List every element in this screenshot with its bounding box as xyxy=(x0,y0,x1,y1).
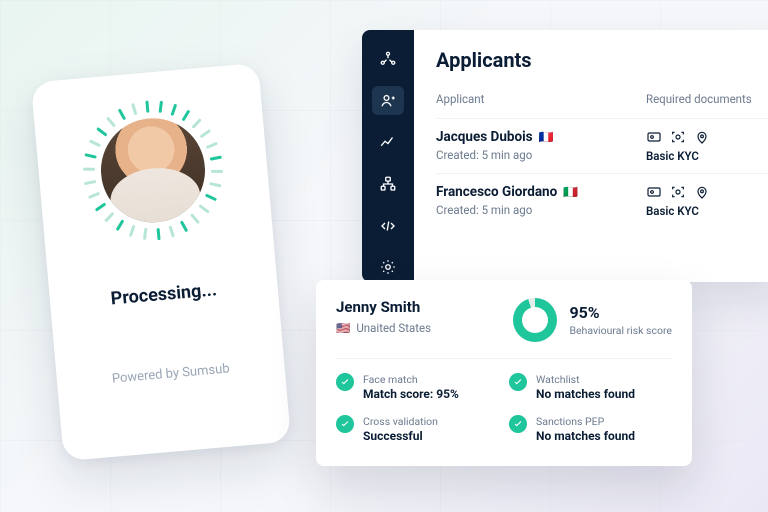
check-label: Cross validation xyxy=(363,415,438,428)
risk-donut xyxy=(513,298,557,342)
person-icon[interactable] xyxy=(372,86,404,116)
doc-label: Basic KYC xyxy=(646,149,768,163)
check-sanctions: Sanctions PEP No matches found xyxy=(509,415,672,443)
check-label: Face match xyxy=(363,373,459,386)
page-title: Applicants xyxy=(436,48,768,72)
applicant-name: Jacques Dubois xyxy=(436,129,533,145)
powered-by-label: Powered by Sumsub xyxy=(111,361,230,386)
location-icon xyxy=(694,184,710,200)
check-value: No matches found xyxy=(536,387,635,401)
check-value: Match score: 95% xyxy=(363,387,459,401)
location-icon xyxy=(694,129,710,145)
check-icon xyxy=(509,415,527,433)
processing-card: Processing... Powered by Sumsub xyxy=(31,63,291,461)
risk-percent-label: Behavioural risk score xyxy=(569,324,672,337)
applicants-main: Applicants Applicant Required documents … xyxy=(414,30,768,282)
tree-icon[interactable] xyxy=(372,169,404,199)
check-value: Successful xyxy=(363,429,438,443)
avatar-progress-ring xyxy=(77,95,229,247)
code-icon[interactable] xyxy=(372,211,404,241)
check-watchlist: Watchlist No matches found xyxy=(509,373,672,401)
face-scan-icon xyxy=(670,129,686,145)
check-value: No matches found xyxy=(536,429,635,443)
table-header: Applicant Required documents xyxy=(436,92,768,106)
face-scan-icon xyxy=(670,184,686,200)
flag-icon: 🇫🇷 xyxy=(539,130,554,144)
doc-icons xyxy=(646,184,768,200)
applicant-avatar xyxy=(97,114,210,227)
col-applicant: Applicant xyxy=(436,92,646,106)
table-row[interactable]: Jacques Dubois 🇫🇷 Created: 5 min ago Bas… xyxy=(436,118,768,173)
id-card-icon xyxy=(646,184,662,200)
id-card-icon xyxy=(646,129,662,145)
col-documents: Required documents xyxy=(646,92,768,106)
check-icon xyxy=(336,373,354,391)
trend-icon[interactable] xyxy=(372,127,404,157)
applicant-name: Francesco Giordano xyxy=(436,184,557,200)
applicants-panel: Applicants Applicant Required documents … xyxy=(362,30,768,282)
created-label: Created: 5 min ago xyxy=(436,148,646,162)
score-country: Unaited States xyxy=(356,321,431,335)
processing-status: Processing... xyxy=(110,279,218,309)
check-face-match: Face match Match score: 95% xyxy=(336,373,499,401)
sidebar xyxy=(362,30,414,282)
doc-icons xyxy=(646,129,768,145)
gear-icon[interactable] xyxy=(372,252,404,282)
doc-label: Basic KYC xyxy=(646,204,768,218)
score-name: Jenny Smith xyxy=(336,298,431,316)
table-row[interactable]: Francesco Giordano 🇮🇹 Created: 5 min ago… xyxy=(436,173,768,228)
check-label: Sanctions PEP xyxy=(536,415,635,428)
check-icon xyxy=(336,415,354,433)
created-label: Created: 5 min ago xyxy=(436,203,646,217)
score-card: Jenny Smith 🇺🇸 Unaited States 95% Behavi… xyxy=(316,280,692,466)
flag-icon: 🇮🇹 xyxy=(563,185,578,199)
hub-icon[interactable] xyxy=(372,44,404,74)
check-icon xyxy=(509,373,527,391)
risk-percent: 95% xyxy=(569,303,672,322)
check-label: Watchlist xyxy=(536,373,635,386)
check-cross-validation: Cross validation Successful xyxy=(336,415,499,443)
flag-icon: 🇺🇸 xyxy=(336,321,350,335)
